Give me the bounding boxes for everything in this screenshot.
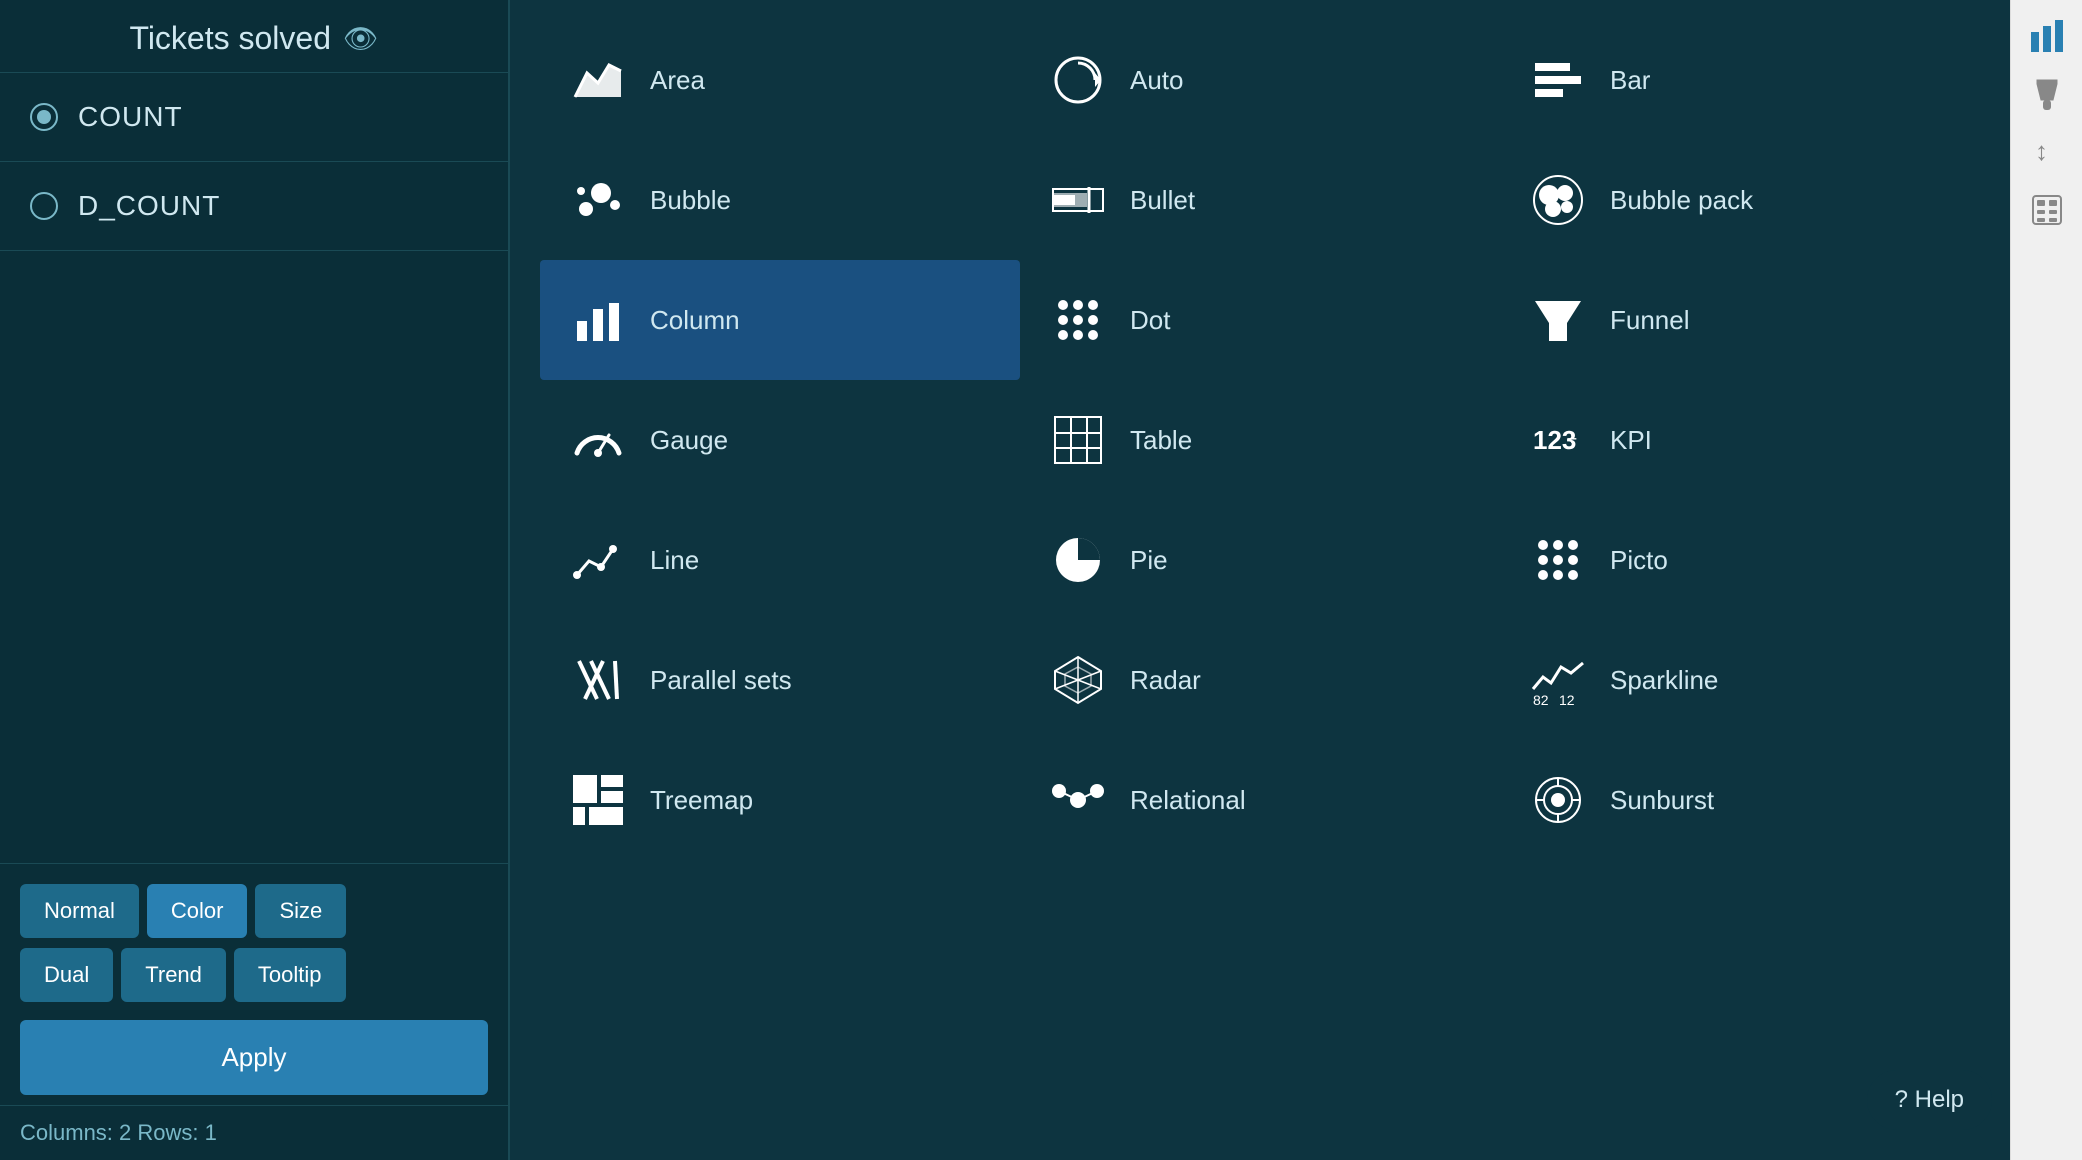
btn-row-2: Dual Trend Tooltip <box>20 948 488 1002</box>
chart-item-picto[interactable]: Picto <box>1500 500 1980 620</box>
chart-item-funnel[interactable]: Funnel <box>1500 260 1980 380</box>
chart-label-bar: Bar <box>1610 65 1650 96</box>
bubble-icon <box>568 170 628 230</box>
auto-icon <box>1048 50 1108 110</box>
chart-item-line[interactable]: Line <box>540 500 1020 620</box>
eye-icon[interactable]: 👁 <box>343 22 379 55</box>
chart-item-radar[interactable]: Radar <box>1020 620 1500 740</box>
line-icon <box>568 530 628 590</box>
picto-icon <box>1528 530 1588 590</box>
chart-label-column: Column <box>650 305 740 336</box>
radar-icon <box>1048 650 1108 710</box>
tooltip-button[interactable]: Tooltip <box>234 948 346 1002</box>
chart-item-bubble-pack[interactable]: Bubble pack <box>1500 140 1980 260</box>
right-sidebar: ↕ <box>2010 0 2082 1160</box>
chart-label-auto: Auto <box>1130 65 1184 96</box>
relational-icon <box>1048 770 1108 830</box>
funnel-icon <box>1528 290 1588 350</box>
chart-item-bar[interactable]: Bar <box>1500 20 1980 140</box>
radio-count[interactable] <box>30 103 58 131</box>
chart-item-auto[interactable]: Auto <box>1020 20 1500 140</box>
metric-label-dcount: D_COUNT <box>78 190 220 222</box>
chart-label-bullet: Bullet <box>1130 185 1195 216</box>
treemap-icon <box>568 770 628 830</box>
chart-grid: Area Auto Bar <box>540 20 1980 860</box>
area-icon <box>568 50 628 110</box>
chart-label-kpi: KPI <box>1610 425 1652 456</box>
btn-row-1: Normal Color Size <box>20 884 488 938</box>
sort-sidebar-icon[interactable]: ↕ <box>2021 126 2073 178</box>
chart-item-area[interactable]: Area <box>540 20 1020 140</box>
bubble-pack-icon <box>1528 170 1588 230</box>
chart-item-pie[interactable]: Pie <box>1020 500 1500 620</box>
chart-label-area: Area <box>650 65 705 96</box>
chart-item-column[interactable]: Column <box>540 260 1020 380</box>
chart-label-line: Line <box>650 545 699 576</box>
chart-item-table[interactable]: Table <box>1020 380 1500 500</box>
normal-button[interactable]: Normal <box>20 884 139 938</box>
metric-label-count: COUNT <box>78 101 183 133</box>
chart-label-bubble: Bubble <box>650 185 731 216</box>
svg-text:82: 82 <box>1533 692 1549 707</box>
metric-item-count[interactable]: COUNT <box>0 73 508 162</box>
left-header: Tickets solved 👁 <box>0 0 508 73</box>
chart-item-sunburst[interactable]: Sunburst <box>1500 740 1980 860</box>
chart-label-pie: Pie <box>1130 545 1168 576</box>
chart-item-dot[interactable]: Dot <box>1020 260 1500 380</box>
chart-type-picker: Area Auto Bar <box>510 0 2010 1160</box>
parallel-sets-icon <box>568 650 628 710</box>
gauge-icon <box>568 410 628 470</box>
chart-label-bubble-pack: Bubble pack <box>1610 185 1753 216</box>
pie-icon <box>1048 530 1108 590</box>
calc-sidebar-icon[interactable] <box>2021 184 2073 236</box>
bar-icon <box>1528 50 1588 110</box>
panel-title: Tickets solved <box>129 20 331 57</box>
chart-label-radar: Radar <box>1130 665 1201 696</box>
bullet-icon <box>1048 170 1108 230</box>
apply-button[interactable]: Apply <box>20 1020 488 1095</box>
chart-label-funnel: Funnel <box>1610 305 1690 336</box>
radio-count-fill <box>37 110 51 124</box>
metric-item-dcount[interactable]: D_COUNT <box>0 162 508 251</box>
chart-label-treemap: Treemap <box>650 785 753 816</box>
chart-item-parallel-sets[interactable]: Parallel sets <box>540 620 1020 740</box>
chart-label-parallel-sets: Parallel sets <box>650 665 792 696</box>
radio-dcount[interactable] <box>30 192 58 220</box>
chart-label-gauge: Gauge <box>650 425 728 456</box>
metric-list: COUNT D_COUNT <box>0 73 508 863</box>
chart-item-bubble[interactable]: Bubble <box>540 140 1020 260</box>
column-icon <box>568 290 628 350</box>
svg-text:12: 12 <box>1559 692 1575 707</box>
chart-item-treemap[interactable]: Treemap <box>540 740 1020 860</box>
table-icon <box>1048 410 1108 470</box>
kpi-icon: 123 ÷ <box>1528 410 1588 470</box>
brush-sidebar-icon[interactable] <box>2021 68 2073 120</box>
dual-button[interactable]: Dual <box>20 948 113 1002</box>
status-bar: Columns: 2 Rows: 1 <box>0 1105 508 1160</box>
chart-label-relational: Relational <box>1130 785 1246 816</box>
left-panel: Tickets solved 👁 COUNT D_COUNT Normal Co… <box>0 0 510 1160</box>
trend-button[interactable]: Trend <box>121 948 226 1002</box>
chart-label-sunburst: Sunburst <box>1610 785 1714 816</box>
color-button[interactable]: Color <box>147 884 248 938</box>
chart-item-relational[interactable]: Relational <box>1020 740 1500 860</box>
chart-label-picto: Picto <box>1610 545 1668 576</box>
chart-item-kpi[interactable]: 123 ÷ KPI <box>1500 380 1980 500</box>
dot-icon <box>1048 290 1108 350</box>
svg-text:↕: ↕ <box>2035 136 2048 166</box>
help-button[interactable]: ? Help <box>1867 1070 1992 1130</box>
chart-label-table: Table <box>1130 425 1192 456</box>
chart-item-sparkline[interactable]: 82 12 Sparkline <box>1500 620 1980 740</box>
chart-label-dot: Dot <box>1130 305 1170 336</box>
svg-text:÷: ÷ <box>1567 429 1577 449</box>
bar-chart-sidebar-icon[interactable] <box>2021 10 2073 62</box>
sunburst-icon <box>1528 770 1588 830</box>
status-text: Columns: 2 Rows: 1 <box>20 1120 217 1145</box>
bottom-controls: Normal Color Size Dual Trend Tooltip App… <box>0 863 508 1105</box>
sparkline-icon: 82 12 <box>1528 650 1588 710</box>
chart-item-bullet[interactable]: Bullet <box>1020 140 1500 260</box>
size-button[interactable]: Size <box>255 884 346 938</box>
chart-item-gauge[interactable]: Gauge <box>540 380 1020 500</box>
chart-label-sparkline: Sparkline <box>1610 665 1718 696</box>
